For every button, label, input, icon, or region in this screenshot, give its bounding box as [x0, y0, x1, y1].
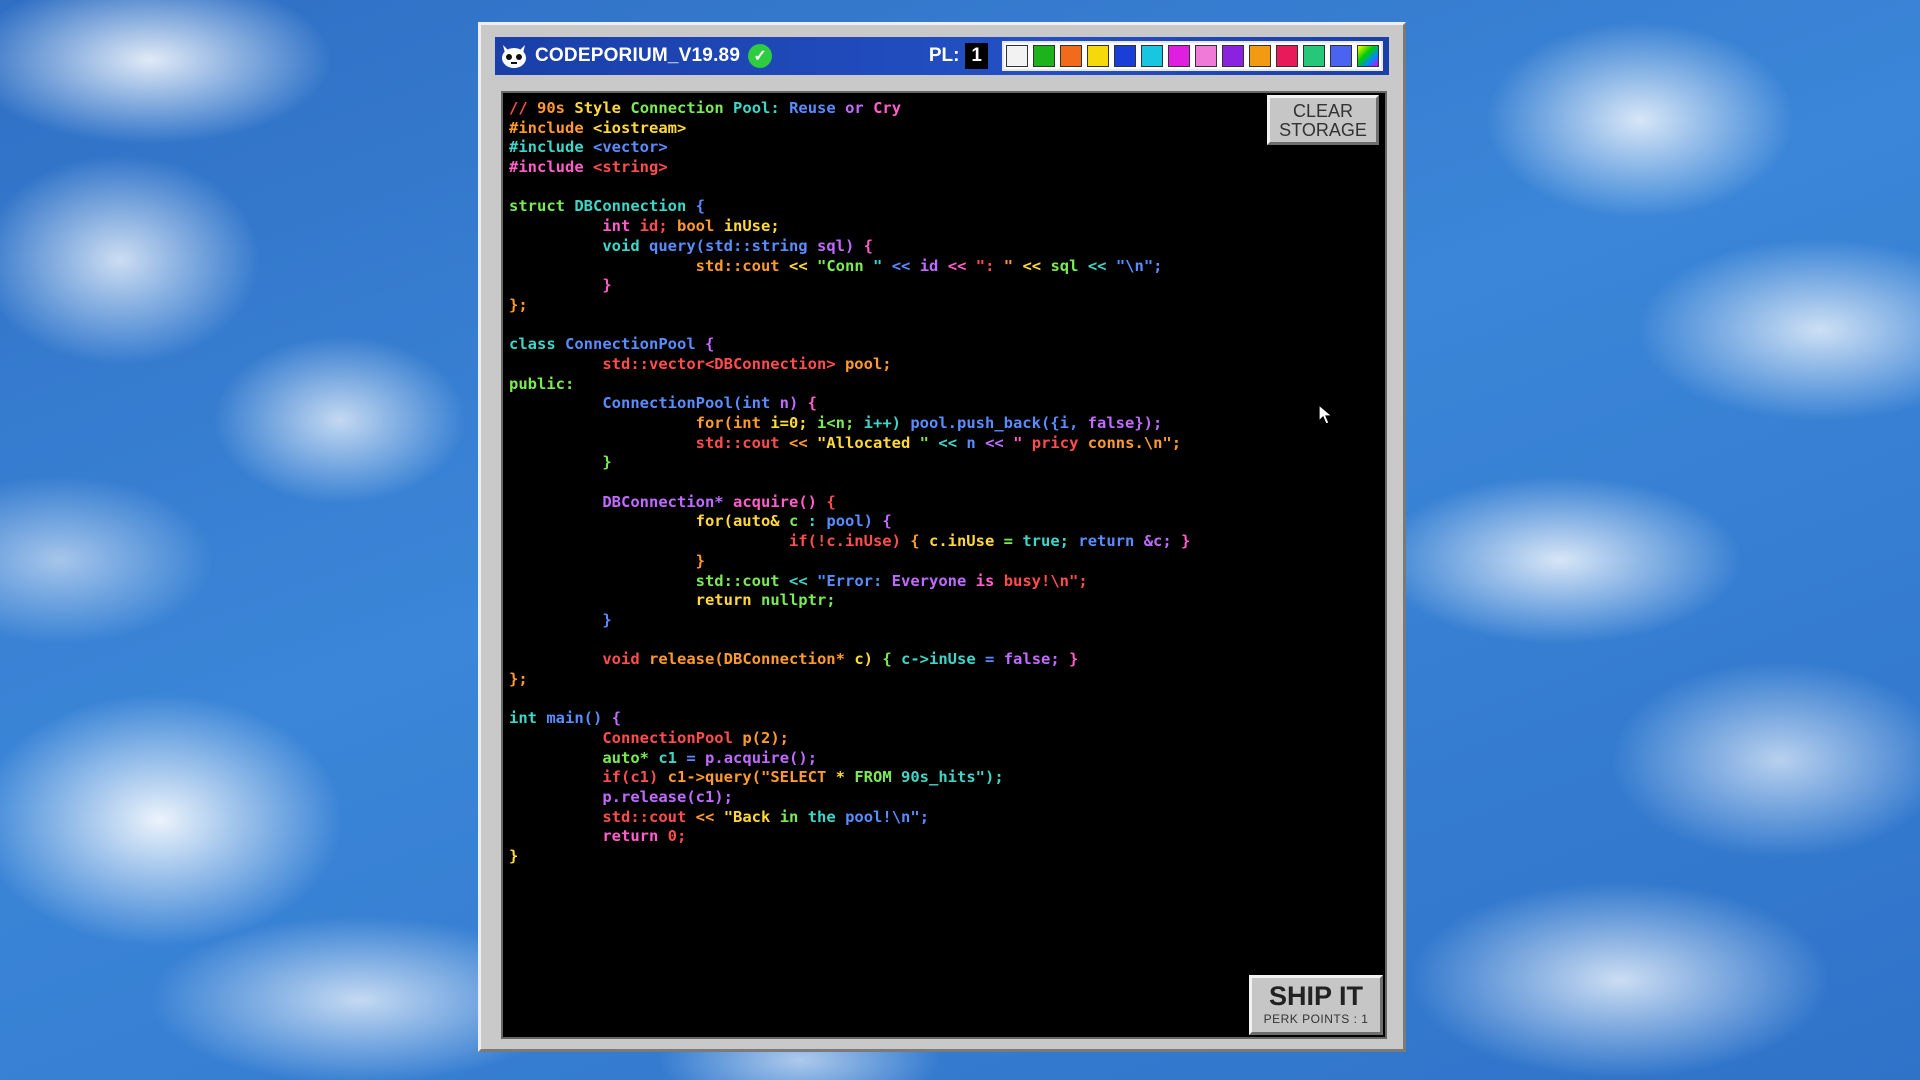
window-title: CODEPORIUM_V19.89 — [535, 45, 741, 66]
palette-swatch[interactable] — [1114, 45, 1136, 67]
code-line: int id; bool inUse; — [602, 217, 780, 236]
palette-swatch[interactable] — [1060, 45, 1082, 67]
title-bar: CODEPORIUM_V19.89 ✓ PL: 1 — [495, 37, 1389, 75]
code-line: for(auto& c : pool) { — [695, 512, 892, 531]
code-line: return 0; — [602, 827, 687, 846]
code-line: DBConnection* acquire() { — [602, 492, 836, 511]
code-line: std::vector<DBConnection> pool; — [602, 354, 892, 373]
cat-face-icon — [499, 41, 529, 71]
code-line: p.release(c1); — [602, 788, 733, 807]
code-line: #include <vector> — [509, 138, 668, 157]
code-line: #include <iostream> — [509, 118, 687, 137]
perk-points-label: PERK POINTS : 1 — [1263, 1012, 1369, 1026]
palette-swatch[interactable] — [1141, 45, 1163, 67]
code-line: auto* c1 = p.acquire(); — [602, 748, 818, 767]
code-line: } — [509, 847, 519, 866]
palette-swatch[interactable] — [1330, 45, 1352, 67]
code-line: public: — [509, 374, 575, 393]
clear-storage-button[interactable]: CLEAR STORAGE — [1267, 95, 1379, 145]
palette-swatch[interactable] — [1006, 45, 1028, 67]
palette-swatch[interactable] — [1249, 45, 1271, 67]
palette-swatch[interactable] — [1276, 45, 1298, 67]
code-line: } — [602, 453, 612, 472]
code-line: for(int i=0; i<n; i++) pool.push_back({i… — [695, 414, 1163, 432]
code-line: }; — [509, 669, 528, 688]
code-line: if(!c.inUse) { c.inUse = true; return &c… — [788, 532, 1191, 551]
code-line: return nullptr; — [695, 591, 836, 610]
code-line: void release(DBConnection* c) { c->inUse… — [602, 650, 1079, 669]
ship-it-label: SHIP IT — [1268, 981, 1364, 1011]
code-line: class ConnectionPool { — [509, 335, 715, 354]
code-line: std::cout << "Conn " << id << ": " << sq… — [695, 256, 1163, 275]
palette-swatch[interactable] — [1033, 45, 1055, 67]
code-editor[interactable]: // 90s Style Connection Pool: Reuse or C… — [501, 91, 1387, 1039]
codeporium-window: CODEPORIUM_V19.89 ✓ PL: 1 // 90s Style C… — [478, 22, 1406, 1052]
code-text[interactable]: // 90s Style Connection Pool: Reuse or C… — [509, 99, 1190, 867]
code-line: ConnectionPool p(2); — [602, 729, 789, 747]
pl-label: PL: — [928, 45, 960, 66]
code-line: #include <string> — [509, 158, 668, 177]
code-line: }; — [509, 295, 528, 314]
pl-value: 1 — [965, 43, 988, 69]
code-line: // 90s Style Connection Pool: Reuse or C… — [509, 99, 902, 117]
code-line: void query(std::string sql) { — [602, 236, 873, 255]
color-palette — [1002, 41, 1383, 71]
ship-it-button[interactable]: SHIP IT PERK POINTS : 1 — [1249, 975, 1383, 1035]
code-line: struct DBConnection { — [509, 197, 706, 216]
code-line: std::cout << "Allocated " << n << " pric… — [695, 433, 1182, 452]
code-line: } — [602, 610, 612, 629]
code-line: } — [602, 276, 612, 295]
check-icon: ✓ — [748, 44, 773, 68]
code-line: } — [695, 551, 705, 570]
mouse-pointer-icon — [1318, 403, 1334, 431]
palette-swatch[interactable] — [1168, 45, 1190, 67]
palette-swatch[interactable] — [1195, 45, 1217, 67]
palette-swatch[interactable] — [1087, 45, 1109, 67]
code-line: int main() { — [509, 709, 622, 728]
palette-swatch[interactable] — [1357, 45, 1379, 67]
palette-swatch[interactable] — [1303, 45, 1325, 67]
code-line: if(c1) c1->query("SELECT * FROM 90s_hits… — [602, 768, 1004, 787]
code-line: ConnectionPool(int n) { — [602, 394, 818, 413]
palette-swatch[interactable] — [1222, 45, 1244, 67]
code-line: std::cout << "Back in the pool!\n"; — [602, 807, 930, 826]
code-line: std::cout << "Error: Everyone is busy!\n… — [695, 571, 1088, 590]
